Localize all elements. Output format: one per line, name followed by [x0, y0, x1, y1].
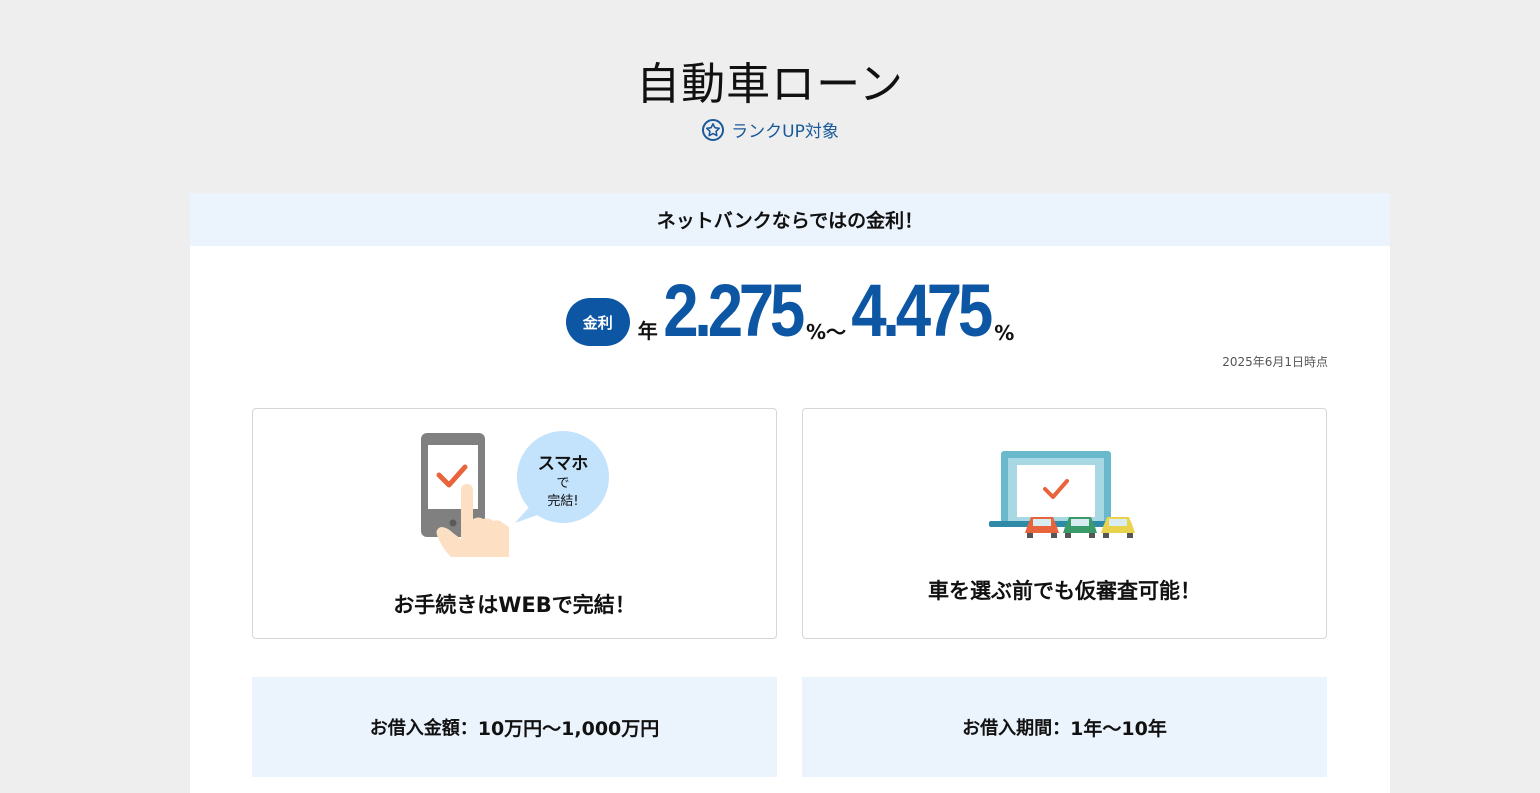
rate-unit: %: [994, 321, 1015, 345]
loan-amount-info: お借入金額： 10万円～1,000万円: [252, 677, 777, 777]
laptop-cars-illustration: [989, 451, 1135, 538]
card-banner: ネットバンクならではの金利！: [190, 193, 1390, 246]
smartphone-check-illustration: スマホ で 完結!: [421, 431, 609, 557]
bubble-line3: 完結!: [547, 494, 578, 509]
rate-pill: 金利: [565, 298, 630, 346]
loan-amount-label: お借入金額：: [369, 718, 478, 739]
rate-card: ネットバンクならではの金利！ 金利 年 2.275 %～ 4.475 % 202…: [190, 193, 1390, 793]
star-circle-icon: [702, 118, 725, 141]
loan-amount-value: 10万円～1,000万円: [477, 717, 660, 740]
loan-period-info: お借入期間： 1年～10年: [802, 677, 1327, 777]
rate-tilde-unit: %～: [805, 320, 846, 344]
page-title: 自動車ローン: [636, 59, 904, 110]
rate-max: 4.475: [851, 269, 993, 352]
car-red-icon: [1025, 517, 1059, 538]
feature-caption: 車を選ぶ前でも仮審査可能！: [928, 579, 1201, 603]
rate-min: 2.275: [662, 269, 805, 352]
rank-up-label: ランクUP対象: [731, 122, 839, 142]
feature-web-complete: スマホ で 完結! お手続きはWEBで完結！: [252, 408, 777, 639]
bubble-line1: スマホ: [538, 454, 589, 474]
bubble-line2: で: [556, 476, 569, 491]
car-yellow-icon: [1101, 517, 1135, 538]
rate-display: 金利 年 2.275 %～ 4.475 %: [190, 268, 1390, 348]
rate-year-prefix: 年: [637, 319, 658, 343]
feature-pre-screening: 車を選ぶ前でも仮審査可能！: [802, 408, 1327, 639]
feature-caption: お手続きはWEBで完結！: [393, 593, 636, 617]
rank-up-link[interactable]: ランクUP対象: [0, 117, 1540, 142]
rate-as-of-date: 2025年6月1日時点: [1222, 355, 1328, 369]
car-green-icon: [1063, 517, 1097, 538]
loan-period-label: お借入期間：: [962, 718, 1071, 739]
loan-period-value: 1年～10年: [1070, 717, 1167, 740]
